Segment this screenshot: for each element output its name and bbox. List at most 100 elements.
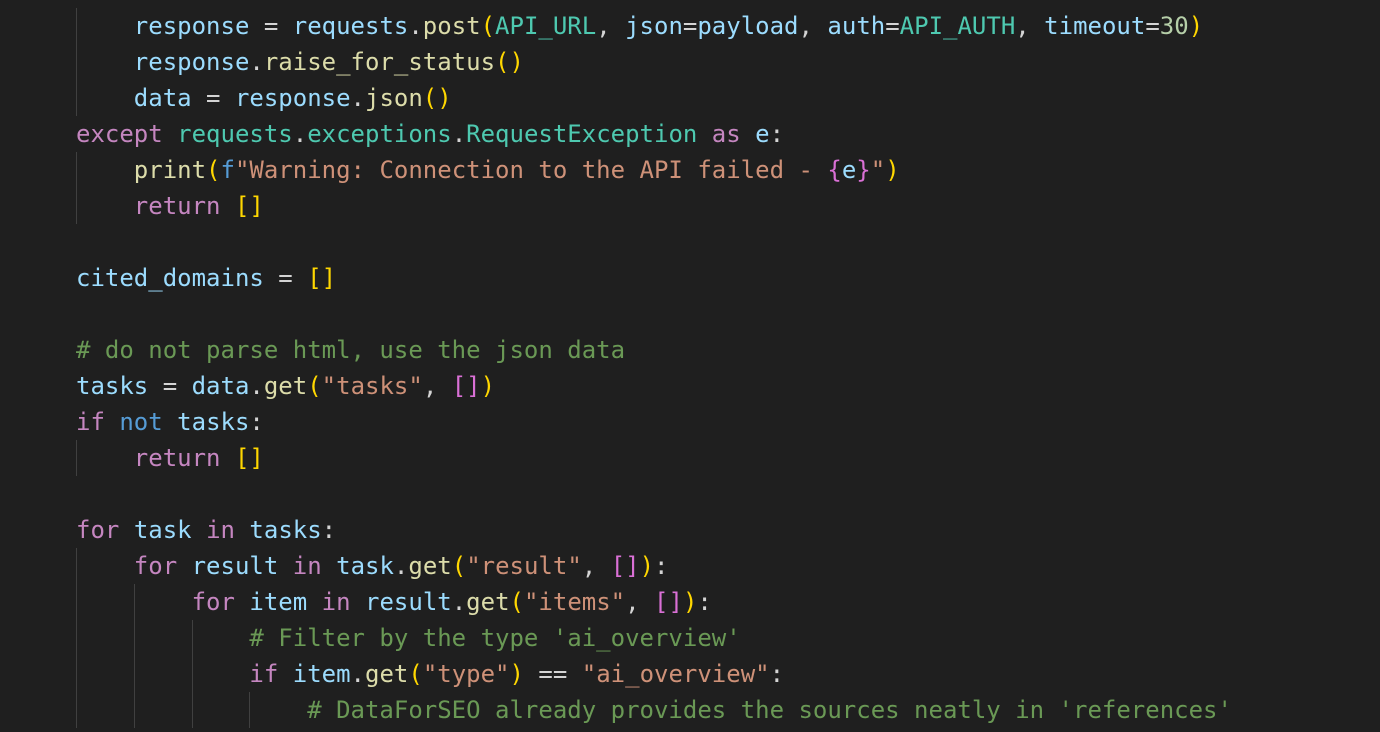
- code-token: get: [408, 552, 452, 580]
- code-line[interactable]: [0, 476, 1232, 512]
- code-token: response: [133, 12, 250, 40]
- code-line[interactable]: tasks = data.get("tasks", []): [0, 368, 1232, 404]
- code-token: []: [451, 372, 481, 400]
- indent-guide: [191, 692, 193, 728]
- code-line[interactable]: for result in task.get("result", []):: [0, 548, 1232, 584]
- code-token: =: [148, 372, 192, 400]
- code-token: for: [133, 552, 178, 580]
- code-token: tasks: [76, 372, 149, 400]
- code-token: task: [336, 552, 394, 580]
- code-token: # Filter by the type 'ai_overview': [249, 624, 741, 652]
- code-line[interactable]: # do not parse html, use the json data: [0, 332, 1232, 368]
- code-line[interactable]: if item.get("type") == "ai_overview":: [0, 656, 1232, 692]
- code-line[interactable]: data = response.json(): [0, 80, 1232, 116]
- code-token: =: [1145, 12, 1160, 40]
- code-token: .: [249, 372, 264, 400]
- indent-guide: [191, 620, 193, 656]
- code-token: (: [451, 552, 467, 580]
- code-token: raise_for_status: [263, 48, 496, 76]
- code-line[interactable]: for task in tasks:: [0, 512, 1232, 548]
- code-token: (: [206, 156, 221, 184]
- code-token: # do not parse html, use the json data: [76, 336, 626, 364]
- code-line[interactable]: return []: [0, 188, 1232, 224]
- code-token: "result": [466, 552, 582, 580]
- code-token: response: [234, 84, 351, 112]
- code-token: =: [191, 84, 235, 112]
- indent-guide: [76, 692, 77, 728]
- code-token: if: [76, 408, 105, 436]
- code-line[interactable]: cited_domains = []: [0, 260, 1232, 296]
- code-token: (: [408, 660, 423, 688]
- code-token: =: [885, 12, 900, 40]
- code-area[interactable]: response = requests.post(API_URL, json=p…: [0, 8, 1232, 728]
- code-token: exceptions: [307, 120, 452, 148]
- code-line[interactable]: response = requests.post(API_URL, json=p…: [0, 8, 1232, 44]
- code-token: return: [133, 444, 221, 472]
- code-line[interactable]: except requests.exceptions.RequestExcept…: [0, 116, 1232, 152]
- code-token: ): [509, 660, 524, 688]
- code-line[interactable]: # DataForSEO already provides the source…: [0, 692, 1232, 728]
- code-token: .: [249, 48, 264, 76]
- code-line[interactable]: [0, 296, 1232, 332]
- code-token: post: [422, 12, 481, 40]
- indent-guide: [249, 692, 251, 728]
- code-token: ,: [625, 588, 655, 616]
- code-token: print: [133, 156, 207, 184]
- code-token: =: [249, 12, 293, 40]
- code-token: []: [654, 588, 683, 616]
- indent-guide: [76, 440, 77, 476]
- code-line[interactable]: if not tasks:: [0, 404, 1232, 440]
- code-token: []: [307, 264, 337, 292]
- code-line[interactable]: for item in result.get("items", []):: [0, 584, 1232, 620]
- code-token: "ai_overview": [581, 660, 770, 688]
- code-token: result: [365, 588, 452, 616]
- code-token: requests: [177, 120, 293, 148]
- code-token: .: [451, 120, 467, 148]
- code-line[interactable]: [0, 224, 1232, 260]
- code-token: API_URL: [495, 12, 597, 40]
- code-token: []: [610, 552, 640, 580]
- code-token: payload: [697, 12, 799, 40]
- code-token: return: [133, 192, 221, 220]
- code-token: json: [365, 84, 423, 112]
- code-editor[interactable]: response = requests.post(API_URL, json=p…: [0, 0, 1380, 732]
- code-token: ): [480, 372, 496, 400]
- code-token: get: [263, 372, 308, 400]
- code-token: tasks: [177, 408, 250, 436]
- code-line[interactable]: return []: [0, 440, 1232, 476]
- code-line[interactable]: response.raise_for_status(): [0, 44, 1232, 80]
- code-token: :: [697, 588, 712, 616]
- code-token: in: [321, 588, 351, 616]
- code-token: except: [76, 120, 163, 148]
- code-token: tasks: [249, 516, 322, 544]
- code-line[interactable]: print(f"Warning: Connection to the API f…: [0, 152, 1232, 188]
- code-token: if: [249, 660, 279, 688]
- code-token: e: [755, 120, 770, 148]
- indent-guide: [133, 692, 135, 728]
- code-token: ): [885, 156, 900, 184]
- code-token: ,: [596, 12, 626, 40]
- indent-guide: [133, 584, 135, 620]
- code-token: :: [769, 660, 785, 688]
- code-token: ): [1188, 12, 1204, 40]
- code-token: data: [191, 372, 250, 400]
- code-token: .: [408, 12, 423, 40]
- code-token: result: [191, 552, 279, 580]
- code-token: []: [234, 192, 264, 220]
- code-token: .: [292, 120, 308, 148]
- code-token: (: [480, 12, 496, 40]
- code-token: =: [263, 264, 308, 292]
- code-token: "items": [523, 588, 626, 616]
- code-token: "type": [422, 660, 510, 688]
- code-line[interactable]: # Filter by the type 'ai_overview': [0, 620, 1232, 656]
